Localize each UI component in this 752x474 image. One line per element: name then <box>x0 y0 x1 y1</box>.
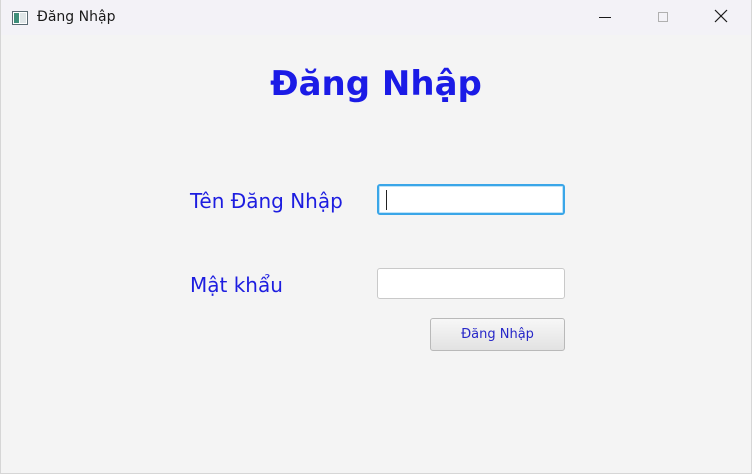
text-caret <box>386 190 387 210</box>
login-button[interactable]: Đăng Nhập <box>430 318 565 351</box>
username-input[interactable] <box>377 184 565 215</box>
maximize-button[interactable] <box>634 0 692 35</box>
close-icon <box>714 8 728 27</box>
maximize-icon <box>657 8 669 27</box>
form-heading: Đăng Nhập <box>270 64 482 104</box>
close-button[interactable] <box>692 0 750 35</box>
password-input[interactable] <box>377 268 565 299</box>
title-bar[interactable]: Đăng Nhập <box>1 0 751 35</box>
minimize-icon <box>599 8 611 27</box>
password-label: Mật khẩu <box>190 273 283 297</box>
username-label: Tên Đăng Nhập <box>190 189 343 213</box>
window-title: Đăng Nhập <box>37 9 116 25</box>
minimize-button[interactable] <box>576 0 634 35</box>
app-icon <box>12 10 28 25</box>
login-window: Đăng Nhập Đăng Nhập Tên Đăng Nhập Mật kh… <box>0 0 752 474</box>
